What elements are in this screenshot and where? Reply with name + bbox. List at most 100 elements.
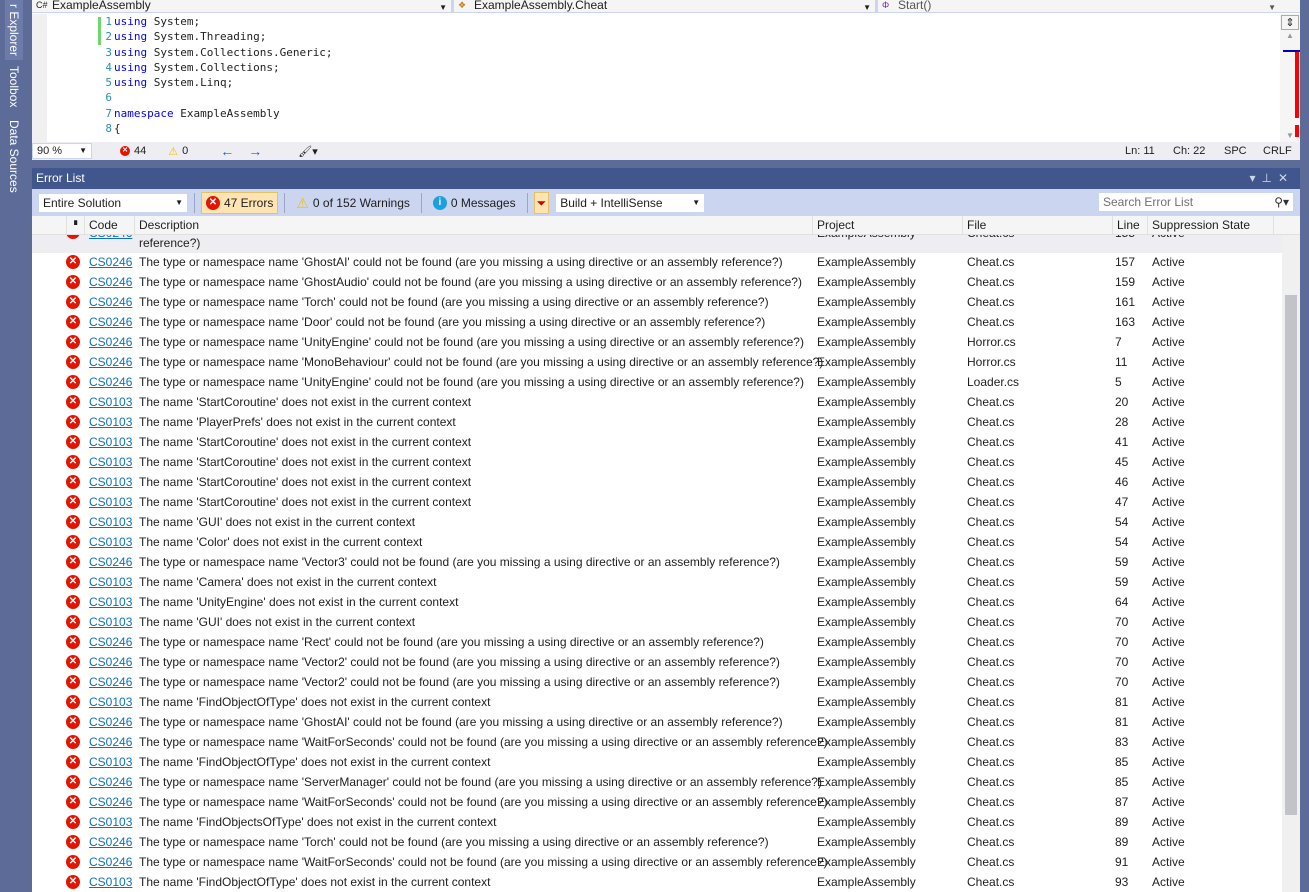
scroll-thumb[interactable] <box>1285 295 1297 815</box>
errors-filter-button[interactable]: ✕ 47 Errors <box>201 191 279 214</box>
scroll-up-icon[interactable]: ▲ <box>1280 31 1300 40</box>
table-row[interactable]: ✕ CS0103 The name 'StartCoroutine' does no… <box>32 472 1282 492</box>
table-row[interactable]: ✕ CS0103 The name 'FindObjectOfType' does … <box>32 752 1282 772</box>
error-code[interactable]: CS0246 <box>89 712 132 732</box>
table-row[interactable]: ✕ CS0246 The type or namespace name 'Door'… <box>32 312 1282 332</box>
table-row[interactable]: ✕ CS0103 The name 'FindObjectOfType' does … <box>32 692 1282 712</box>
error-code[interactable]: CS0103 <box>89 512 132 532</box>
cleanup-brush-icon[interactable]: 🖌▾ <box>298 145 318 158</box>
table-row[interactable]: ✕ CS0246 The type or namespace name 'Vecto… <box>32 552 1282 572</box>
error-code[interactable]: CS0103 <box>89 432 132 452</box>
table-row[interactable]: ✕ CS0103 The name 'StartCoroutine' does no… <box>32 432 1282 452</box>
column-project[interactable]: Project <box>812 216 962 235</box>
code-line[interactable]: using System.Collections.Generic; <box>114 45 333 60</box>
code-line[interactable]: using System.Linq; <box>114 75 333 90</box>
error-code[interactable]: CS0246 <box>89 852 132 872</box>
table-row[interactable]: ✕ CS0246 The type or namespace name 'MonoB… <box>32 352 1282 372</box>
error-code[interactable]: CS0246 <box>89 292 132 312</box>
warnings-filter-button[interactable]: ⚠ 0 of 152 Warnings <box>291 192 415 214</box>
table-row[interactable]: ✕ CS0246 The type or namespace name 'Ghost… <box>32 712 1282 732</box>
table-row[interactable]: ✕ CS0246 The type or namespace name 'Torch… <box>32 292 1282 312</box>
error-code[interactable]: CS0246 <box>89 732 132 752</box>
error-code[interactable]: CS0246 <box>89 772 132 792</box>
scroll-down-icon[interactable]: ▼ <box>1280 131 1300 140</box>
table-row[interactable]: ✕ CS0103 The name 'StartCoroutine' does no… <box>32 492 1282 512</box>
table-row[interactable]: ✕ CS0246 The type or namespace name 'Ghost… <box>32 252 1282 272</box>
table-row[interactable]: ✕ CS0246 The type or namespace name 'Unity… <box>32 372 1282 392</box>
code-line[interactable]: using System; <box>114 14 333 29</box>
member-dropdown[interactable]: Φ Start() ▼ <box>878 0 1300 13</box>
search-error-list-input[interactable]: Search Error List ⚲▾ <box>1098 192 1294 212</box>
error-code[interactable]: CS0103 <box>89 752 132 772</box>
error-count[interactable]: 44 <box>134 145 146 157</box>
column-code[interactable]: Code <box>84 216 134 235</box>
line-ending-indicator[interactable]: CRLF <box>1263 145 1292 157</box>
table-row[interactable]: ✕ CS0103 The name 'GUI' does not exist in … <box>32 512 1282 532</box>
table-row[interactable]: ✕ CS0246 The type or namespace name 'Ghost… <box>32 272 1282 292</box>
table-row[interactable]: ✕ CS0103 The name 'FindObjectOfType' does … <box>32 872 1282 892</box>
code-editor[interactable]: C# ExampleAssembly ▼ ❖ ExampleAssembly.Chea… <box>32 0 1300 160</box>
error-code[interactable]: CS0246 <box>89 672 132 692</box>
warning-icon[interactable]: ⚠ <box>168 145 178 158</box>
error-code[interactable]: CS0246 <box>89 272 132 292</box>
tab-data-sources[interactable]: Data Sources <box>5 116 23 197</box>
error-code[interactable]: CS0103 <box>89 412 132 432</box>
error-code[interactable]: CS0246 <box>89 632 132 652</box>
project-dropdown[interactable]: C# ExampleAssembly ▼ <box>32 0 454 13</box>
whitespace-indicator[interactable]: SPC <box>1224 145 1247 157</box>
error-code[interactable]: CS0103 <box>89 612 132 632</box>
messages-filter-button[interactable]: i0 Messages <box>428 192 521 214</box>
error-code[interactable]: CS0246 <box>89 372 132 392</box>
error-code[interactable]: CS0103 <box>89 472 132 492</box>
table-row[interactable]: ✕ CS0246 The type or namespace name 'Rect'… <box>32 632 1282 652</box>
table-row[interactable]: ✕ CS0246 reference?) ExampleAssembly Cheat.c… <box>32 235 1282 253</box>
table-row[interactable]: ✕ CS0103 The name 'GUI' does not exist in … <box>32 612 1282 632</box>
code-line[interactable]: namespace ExampleAssembly <box>114 106 333 121</box>
table-row[interactable]: ✕ CS0246 The type or namespace name 'Vecto… <box>32 672 1282 692</box>
pin-icon[interactable]: ⊥ <box>1261 171 1277 185</box>
error-list-scrollbar[interactable] <box>1282 235 1300 892</box>
tab-toolbox[interactable]: Toolbox <box>5 62 23 111</box>
table-row[interactable]: ✕ CS0103 The name 'StartCoroutine' does no… <box>32 392 1282 412</box>
table-row[interactable]: ✕ CS0103 The name 'PlayerPrefs' does not e… <box>32 412 1282 432</box>
error-code[interactable]: CS0246 <box>89 312 132 332</box>
code-text[interactable]: using System; using System.Threading; usin… <box>114 14 333 136</box>
column-description[interactable]: Description <box>134 216 812 235</box>
error-icon[interactable]: ✕ <box>120 146 130 156</box>
error-code[interactable]: CS0246 <box>89 252 132 272</box>
table-row[interactable]: ✕ CS0246 The type or namespace name 'Vecto… <box>32 652 1282 672</box>
error-code[interactable]: CS0103 <box>89 392 132 412</box>
error-code[interactable]: CS0246 <box>89 652 132 672</box>
error-code[interactable]: CS0103 <box>89 592 132 612</box>
header-icon-column[interactable]: ▝ <box>66 216 84 235</box>
search-icon[interactable]: ⚲▾ <box>1274 193 1289 211</box>
table-row[interactable]: ✕ CS0246 The type or namespace name 'WaitF… <box>32 732 1282 752</box>
table-row[interactable]: ✕ CS0103 The name 'FindObjectsOfType' does… <box>32 812 1282 832</box>
error-code[interactable]: CS0103 <box>89 492 132 512</box>
error-code[interactable]: CS0246 <box>89 792 132 812</box>
dropdown-icon[interactable]: ▾ <box>1249 171 1261 185</box>
back-arrow-icon[interactable]: ← <box>220 143 234 159</box>
table-row[interactable]: ✕ CS0103 The name 'UnityEngine' does not e… <box>32 592 1282 612</box>
code-line[interactable]: { <box>114 121 333 136</box>
error-code[interactable]: CS0103 <box>89 812 132 832</box>
table-row[interactable]: ✕ CS0103 The name 'Camera' does not exist … <box>32 572 1282 592</box>
table-row[interactable]: ✕ CS0246 The type or namespace name 'Unity… <box>32 332 1282 352</box>
source-dropdown[interactable]: Build + IntelliSense ▼ <box>555 192 706 213</box>
column-file[interactable]: File <box>962 216 1112 235</box>
error-code[interactable]: CS0246 <box>89 235 132 243</box>
table-row[interactable]: ✕ CS0246 The type or namespace name 'WaitF… <box>32 852 1282 872</box>
column-line[interactable]: Line <box>1112 216 1147 235</box>
table-row[interactable]: ✕ CS0103 The name 'StartCoroutine' does no… <box>32 452 1282 472</box>
error-code[interactable]: CS0246 <box>89 552 132 572</box>
filter-button[interactable]: ⏷ <box>533 191 550 214</box>
error-code[interactable]: CS0103 <box>89 452 132 472</box>
error-code[interactable]: CS0103 <box>89 692 132 712</box>
code-line[interactable]: using System.Collections; <box>114 60 333 75</box>
code-line[interactable] <box>114 90 333 105</box>
code-line[interactable]: using System.Threading; <box>114 29 333 44</box>
error-code[interactable]: CS0103 <box>89 872 132 892</box>
zoom-dropdown[interactable]: 90 % ▼ <box>32 143 92 159</box>
error-code[interactable]: CS0103 <box>89 532 132 552</box>
error-code[interactable]: CS0246 <box>89 332 132 352</box>
